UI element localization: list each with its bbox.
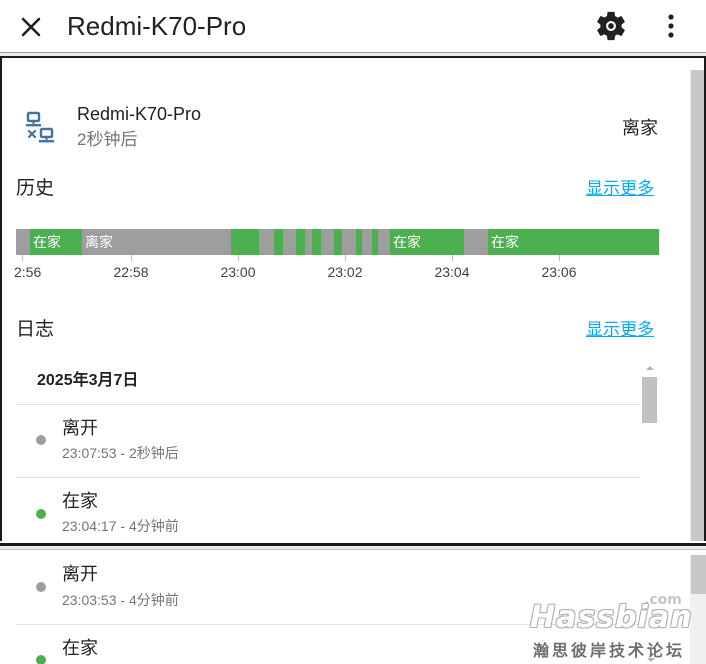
timeline-segment-home[interactable] xyxy=(312,229,321,255)
logbook-title: 日志 xyxy=(16,319,55,340)
scroll-up-arrow-icon[interactable] xyxy=(644,363,656,373)
axis-tick-label: 23:06 xyxy=(541,264,577,280)
timeline-segment-away[interactable] xyxy=(283,229,296,255)
timeline-segment-away[interactable] xyxy=(16,229,30,255)
timeline-segment-label: 离家 xyxy=(85,234,113,250)
logbook-scrollbar-thumb[interactable] xyxy=(642,377,657,423)
timeline-segment-home[interactable] xyxy=(231,229,259,255)
timeline-segment-away[interactable] xyxy=(362,229,372,255)
axis-tick xyxy=(238,255,239,261)
axis-tick-label: 23:02 xyxy=(327,264,363,280)
logbook-entry-time: 23:07:53 - 2秒钟后 xyxy=(62,445,179,461)
axis-tick xyxy=(345,255,346,261)
state-dot xyxy=(36,435,46,445)
timeline-segment-home[interactable] xyxy=(274,229,283,255)
history-title: 历史 xyxy=(16,178,55,199)
timeline-segment-home[interactable] xyxy=(296,229,305,255)
timeline-segment-away[interactable] xyxy=(342,229,356,255)
timeline-segment-away[interactable] xyxy=(464,229,488,255)
timeline-segment-home[interactable] xyxy=(334,229,342,255)
divider xyxy=(16,404,640,405)
close-icon[interactable] xyxy=(14,10,48,44)
timeline-segment-away[interactable] xyxy=(259,229,274,255)
entity-last-changed: 2秒钟后 xyxy=(77,130,138,149)
axis-tick xyxy=(452,255,453,261)
timeline-segment-label: 在家 xyxy=(33,234,61,250)
dialog-header: Redmi-K70-Pro xyxy=(0,0,706,52)
state-dot xyxy=(36,582,46,592)
entity-name: Redmi-K70-Pro xyxy=(77,104,202,124)
history-timeline[interactable]: 在家 离家 在家 在家 xyxy=(16,229,659,255)
frame-border xyxy=(0,56,2,545)
axis-tick xyxy=(559,255,560,261)
more-vertical-icon[interactable] xyxy=(656,9,686,43)
timeline-segment-label: 在家 xyxy=(393,234,421,250)
axis-tick-label: 22:58 xyxy=(113,264,149,280)
header-divider xyxy=(0,52,706,60)
watermark-brand: Hassbian xyxy=(530,600,693,635)
watermark-subtitle: 瀚思彼岸技术论坛 xyxy=(533,641,686,660)
axis-tick xyxy=(131,255,132,261)
timeline-segment-label: 在家 xyxy=(491,234,519,250)
logbook-date-header: 2025年3月7日 xyxy=(37,372,139,389)
entity-state: 离家 xyxy=(622,118,658,138)
timeline-segment-away[interactable] xyxy=(305,229,312,255)
state-dot xyxy=(36,655,46,664)
frame-border xyxy=(0,541,706,555)
timeline-segment-away[interactable] xyxy=(321,229,334,255)
logbook-entry-state: 离开 xyxy=(62,564,98,584)
lan-disconnect-icon xyxy=(26,111,54,143)
logbook-entry-time: 23:04:17 - 4分钟前 xyxy=(62,518,179,534)
state-dot xyxy=(36,509,46,519)
axis-tick-label: 23:00 xyxy=(220,264,256,280)
logbook-entry-time: 23:03:53 - 4分钟前 xyxy=(62,592,179,608)
logbook-show-more-link[interactable]: 显示更多 xyxy=(586,319,654,341)
logbook-entry-state: 在家 xyxy=(62,638,98,658)
dialog-title: Redmi-K70-Pro xyxy=(67,11,247,41)
scroll-down-arrow-icon[interactable] xyxy=(646,656,656,664)
divider xyxy=(16,477,640,478)
axis-tick-label: 2:56 xyxy=(14,264,42,280)
timeline-segment-away[interactable] xyxy=(378,229,390,255)
logbook-entry-state: 在家 xyxy=(62,491,98,511)
axis-tick xyxy=(22,255,23,261)
logbook-entry-state: 离开 xyxy=(62,418,98,438)
gear-icon[interactable] xyxy=(594,9,628,43)
history-show-more-link[interactable]: 显示更多 xyxy=(586,178,654,200)
axis-tick-label: 23:04 xyxy=(434,264,470,280)
